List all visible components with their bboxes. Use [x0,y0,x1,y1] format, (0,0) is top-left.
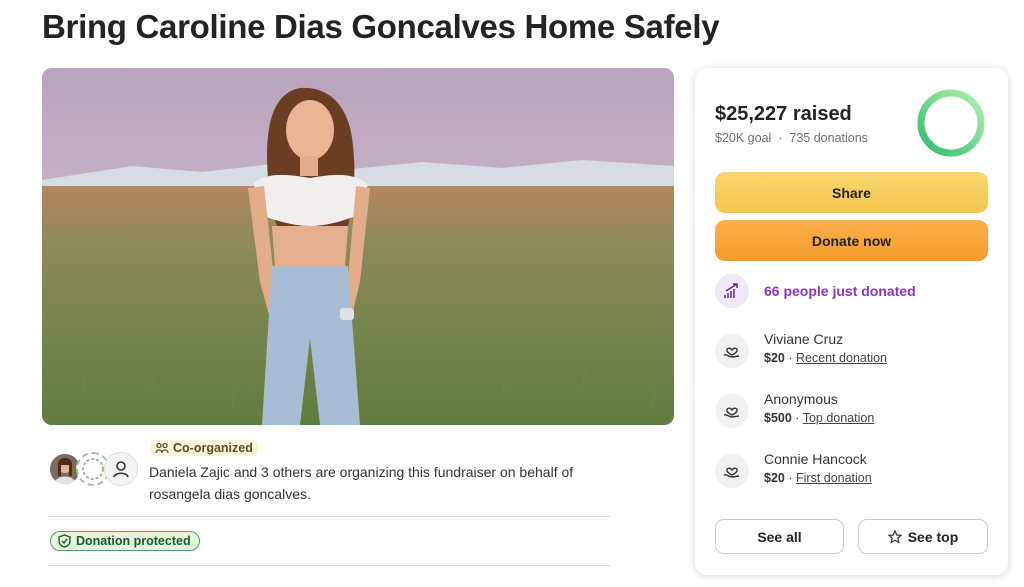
trending-up-icon [715,274,749,308]
recent-activity[interactable]: 66 people just donated [715,274,916,308]
donor-name: Connie Hancock [764,451,867,467]
separator-dot: · [784,351,796,365]
donor-amount: $20 [764,471,785,485]
people-icon [155,442,169,454]
separator-dot: · [778,131,783,145]
share-button[interactable]: Share [715,172,988,213]
donor-tag-link[interactable]: Top donation [803,411,875,425]
donor-amount: $20 [764,351,785,365]
page-title: Bring Caroline Dias Goncalves Home Safel… [42,8,720,45]
separator-dot: · [784,471,796,485]
star-icon [887,529,902,544]
heart-hand-icon [715,334,749,368]
donor-name: Anonymous [764,391,838,407]
donor-tag-link[interactable]: Recent donation [796,351,887,365]
heart-hand-icon [715,454,749,488]
donor-tag-link[interactable]: First donation [796,471,872,485]
see-top-button[interactable]: See top [858,519,988,554]
campaign-photo-image [42,68,674,425]
campaign-photo[interactable] [42,68,674,425]
co-organized-label: Co-organized [173,441,253,455]
goal-amount: $20K goal [715,131,772,145]
donation-protected-label: Donation protected [76,534,191,548]
shield-icon [58,534,71,548]
divider [48,565,610,566]
progress-ring [917,89,985,157]
divider [48,516,610,517]
donor-item: Viviane Cruz $20 · Recent donation [715,330,887,368]
people-just-donated: 66 people just donated [764,283,916,299]
amount-raised: $25,227 raised [715,103,852,125]
donor-item: Anonymous $500 · Top donation [715,390,874,428]
heart-hand-icon [715,394,749,428]
donor-item: Connie Hancock $20 · First donation [715,450,872,488]
donation-card: $25,227 raised $20K goal · 735 donations… [695,68,1008,575]
donor-amount: $500 [764,411,792,425]
donor-name: Viviane Cruz [764,331,844,347]
donation-protected-badge[interactable]: Donation protected [50,531,200,551]
donation-count: 735 donations [789,131,868,145]
co-organized-badge: Co-organized [150,440,258,456]
donate-now-button[interactable]: Donate now [715,220,988,261]
organizer-avatars[interactable] [48,452,138,488]
organizer-description: Daniela Zajic and 3 others are organizin… [149,464,574,502]
separator-dot: · [791,411,803,425]
see-top-label: See top [907,528,959,545]
goal-and-donations: $20K goal · 735 donations [715,131,868,145]
organizer-avatar-default-user-icon[interactable] [104,452,138,486]
see-all-button[interactable]: See all [715,519,844,554]
